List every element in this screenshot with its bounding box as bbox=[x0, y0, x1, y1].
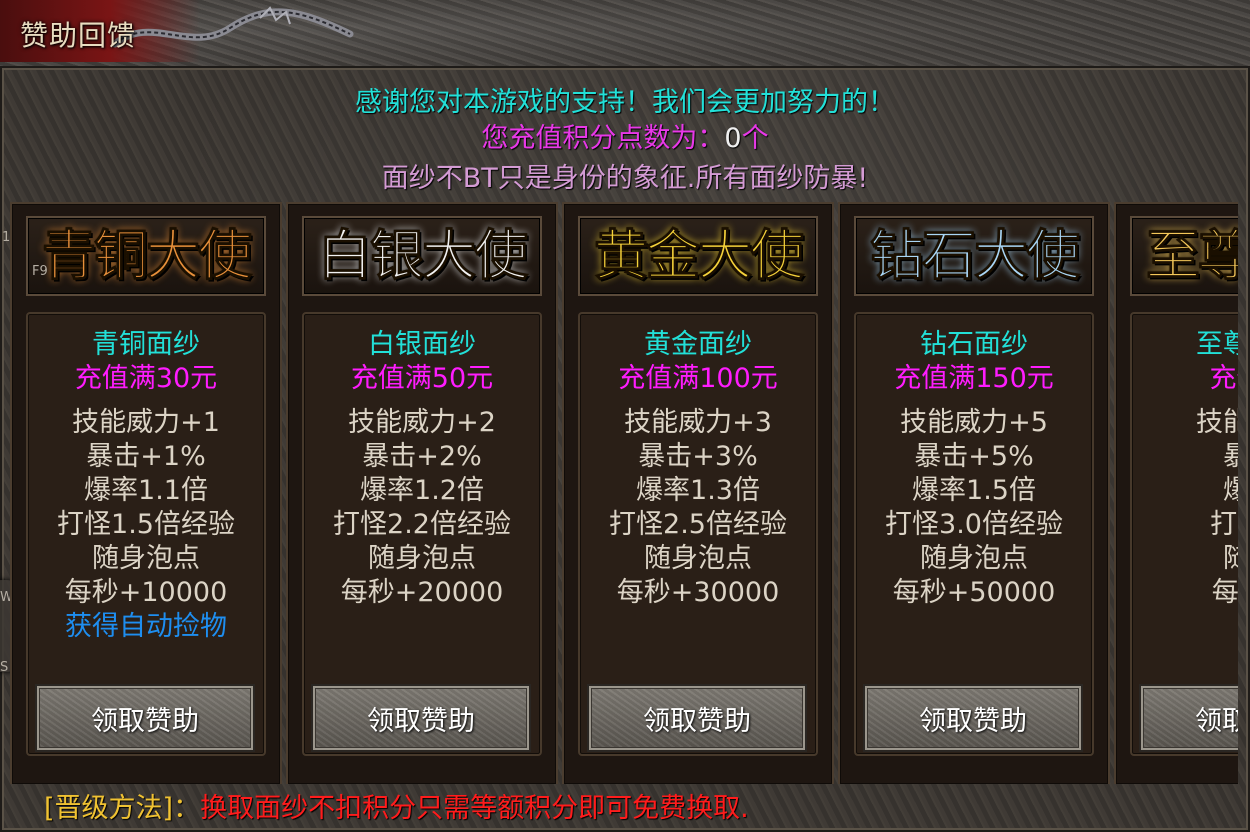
stat-list: 技能威力 暴击 爆率 打怪4. 随身 每秒+ bbox=[1132, 406, 1238, 610]
stat-afk-points: 随身泡点 bbox=[368, 543, 476, 574]
card-body: 白银面纱 充值满50元 技能威力+2 暴击+2% 爆率1.2倍 打怪2.2倍经验… bbox=[302, 312, 542, 756]
points-unit: 个 bbox=[741, 123, 769, 154]
card-body: 黄金面纱 充值满100元 技能威力+3 暴击+3% 爆率1.3倍 打怪2.5倍经… bbox=[578, 312, 818, 756]
card-banner: 青铜大使 bbox=[26, 216, 266, 296]
stat-afk-points: 随身泡点 bbox=[92, 543, 200, 574]
recharge-requirement: 充值满150元 bbox=[894, 363, 1054, 394]
card-body: 至尊面纱 充值满 技能威力 暴击 爆率 打怪4. 随身 每秒+ 领取赞助 bbox=[1130, 312, 1238, 756]
stat-skill-power: 技能威力+1 bbox=[72, 407, 220, 438]
points-value: 0 bbox=[724, 123, 742, 154]
dragon-ornament-icon bbox=[111, 6, 354, 48]
banner-title: 白银大使 bbox=[318, 224, 529, 287]
stat-exp: 打怪2.2倍经验 bbox=[333, 509, 511, 540]
stat-list: 技能威力+5 暴击+5% 爆率1.5倍 打怪3.0倍经验 随身泡点 每秒+500… bbox=[856, 406, 1092, 610]
stat-exp: 打怪1.5倍经验 bbox=[57, 509, 235, 540]
card-banner: 钻石大使 bbox=[854, 216, 1094, 296]
stat-skill-power: 技能威力+5 bbox=[900, 407, 1048, 438]
stat-crit: 暴击+5% bbox=[914, 441, 1034, 472]
points-line: 您充值积分点数为：0个 bbox=[0, 116, 1250, 155]
stat-afk-points: 随身 bbox=[1223, 543, 1238, 574]
stat-exp: 打怪3.0倍经验 bbox=[885, 509, 1063, 540]
window-title: 赞助回馈 bbox=[20, 19, 137, 52]
stat-drop-rate: 爆率1.2倍 bbox=[360, 475, 484, 506]
sponsor-card-bronze: 青铜大使 青铜面纱 充值满30元 技能威力+1 暴击+1% 爆率1.1倍 打怪1… bbox=[10, 202, 282, 784]
thanks-message: 感谢您对本游戏的支持！我们会更加努力的！ bbox=[355, 87, 895, 118]
claim-sponsor-button[interactable]: 领取赞助 bbox=[863, 684, 1083, 752]
stat-per-second: 每秒+20000 bbox=[340, 577, 504, 608]
recharge-requirement: 充值满 bbox=[1209, 363, 1239, 394]
stat-skill-power: 技能威力+2 bbox=[348, 407, 496, 438]
stat-afk-points: 随身泡点 bbox=[644, 543, 752, 574]
sponsor-card-diamond: 钻石大使 钻石面纱 充值满150元 技能威力+5 暴击+5% 爆率1.5倍 打怪… bbox=[838, 202, 1110, 784]
banner-title: 钻石大使 bbox=[870, 224, 1081, 287]
card-body: 青铜面纱 充值满30元 技能威力+1 暴击+1% 爆率1.1倍 打怪1.5倍经验… bbox=[26, 312, 266, 756]
card-banner: 至尊大使 bbox=[1130, 216, 1238, 296]
stat-drop-rate: 爆率 bbox=[1223, 475, 1238, 506]
stat-skill-power: 技能威力+3 bbox=[624, 407, 772, 438]
mask-note: 面纱不BT只是身份的象征.所有面纱防暴! bbox=[381, 163, 869, 194]
card-body: 钻石面纱 充值满150元 技能威力+5 暴击+5% 爆率1.5倍 打怪3.0倍经… bbox=[854, 312, 1094, 756]
card-banner: 黄金大使 bbox=[578, 216, 818, 296]
stat-crit: 暴击+2% bbox=[362, 441, 482, 472]
stat-drop-rate: 爆率1.5倍 bbox=[912, 475, 1036, 506]
upgrade-method-note: [晋级方法]：换取面纱不扣积分只需等额积分即可免费换取. bbox=[44, 786, 749, 825]
stat-drop-rate: 爆率1.1倍 bbox=[84, 475, 208, 506]
stat-list: 技能威力+1 暴击+1% 爆率1.1倍 打怪1.5倍经验 随身泡点 每秒+100… bbox=[28, 406, 264, 644]
stat-per-second: 每秒+50000 bbox=[892, 577, 1056, 608]
card-banner: 白银大使 bbox=[302, 216, 542, 296]
sponsor-card-gold: 黄金大使 黄金面纱 充值满100元 技能威力+3 暴击+3% 爆率1.3倍 打怪… bbox=[562, 202, 834, 784]
bonus-auto-pickup: 获得自动捡物 bbox=[65, 611, 227, 642]
stat-skill-power: 技能威力 bbox=[1196, 407, 1238, 438]
banner-title: 黄金大使 bbox=[594, 224, 805, 287]
stat-per-second: 每秒+ bbox=[1211, 577, 1238, 608]
stat-list: 技能威力+2 暴击+2% 爆率1.2倍 打怪2.2倍经验 随身泡点 每秒+200… bbox=[304, 406, 540, 610]
claim-sponsor-button[interactable]: 领取赞助 bbox=[311, 684, 531, 752]
footer-label: [晋级方法]： bbox=[44, 793, 201, 824]
recharge-requirement: 充值满50元 bbox=[350, 363, 494, 394]
stat-crit: 暴击 bbox=[1223, 441, 1238, 472]
stat-crit: 暴击+3% bbox=[638, 441, 758, 472]
stat-crit: 暴击+1% bbox=[86, 441, 206, 472]
claim-sponsor-button[interactable]: 领取赞助 bbox=[1139, 684, 1238, 752]
banner-title: 至尊大使 bbox=[1146, 224, 1239, 287]
claim-sponsor-button[interactable]: 领取赞助 bbox=[35, 684, 255, 752]
banner-title: 青铜大使 bbox=[42, 224, 253, 287]
stat-list: 技能威力+3 暴击+3% 爆率1.3倍 打怪2.5倍经验 随身泡点 每秒+300… bbox=[580, 406, 816, 610]
sponsor-card-supreme: 至尊大使 至尊面纱 充值满 技能威力 暴击 爆率 打怪4. 随身 每秒+ 领取赞… bbox=[1114, 202, 1238, 784]
stat-afk-points: 随身泡点 bbox=[920, 543, 1028, 574]
hotkey-hint-f9: F9 bbox=[32, 264, 48, 279]
recharge-requirement: 充值满30元 bbox=[74, 363, 218, 394]
stat-per-second: 每秒+10000 bbox=[64, 577, 228, 608]
stat-exp: 打怪4. bbox=[1210, 509, 1238, 540]
recharge-requirement: 充值满100元 bbox=[618, 363, 778, 394]
stat-drop-rate: 爆率1.3倍 bbox=[636, 475, 760, 506]
footer-text: 换取面纱不扣积分只需等额积分即可免费换取. bbox=[200, 793, 749, 824]
claim-sponsor-button[interactable]: 领取赞助 bbox=[587, 684, 807, 752]
sponsor-card-silver: 白银大使 白银面纱 充值满50元 技能威力+2 暴击+2% 爆率1.2倍 打怪2… bbox=[286, 202, 558, 784]
stat-exp: 打怪2.5倍经验 bbox=[609, 509, 787, 540]
points-label: 您充值积分点数为： bbox=[481, 123, 725, 154]
sponsor-card-list: 青铜大使 青铜面纱 充值满30元 技能威力+1 暴击+1% 爆率1.1倍 打怪1… bbox=[8, 202, 1238, 784]
stat-per-second: 每秒+30000 bbox=[616, 577, 780, 608]
